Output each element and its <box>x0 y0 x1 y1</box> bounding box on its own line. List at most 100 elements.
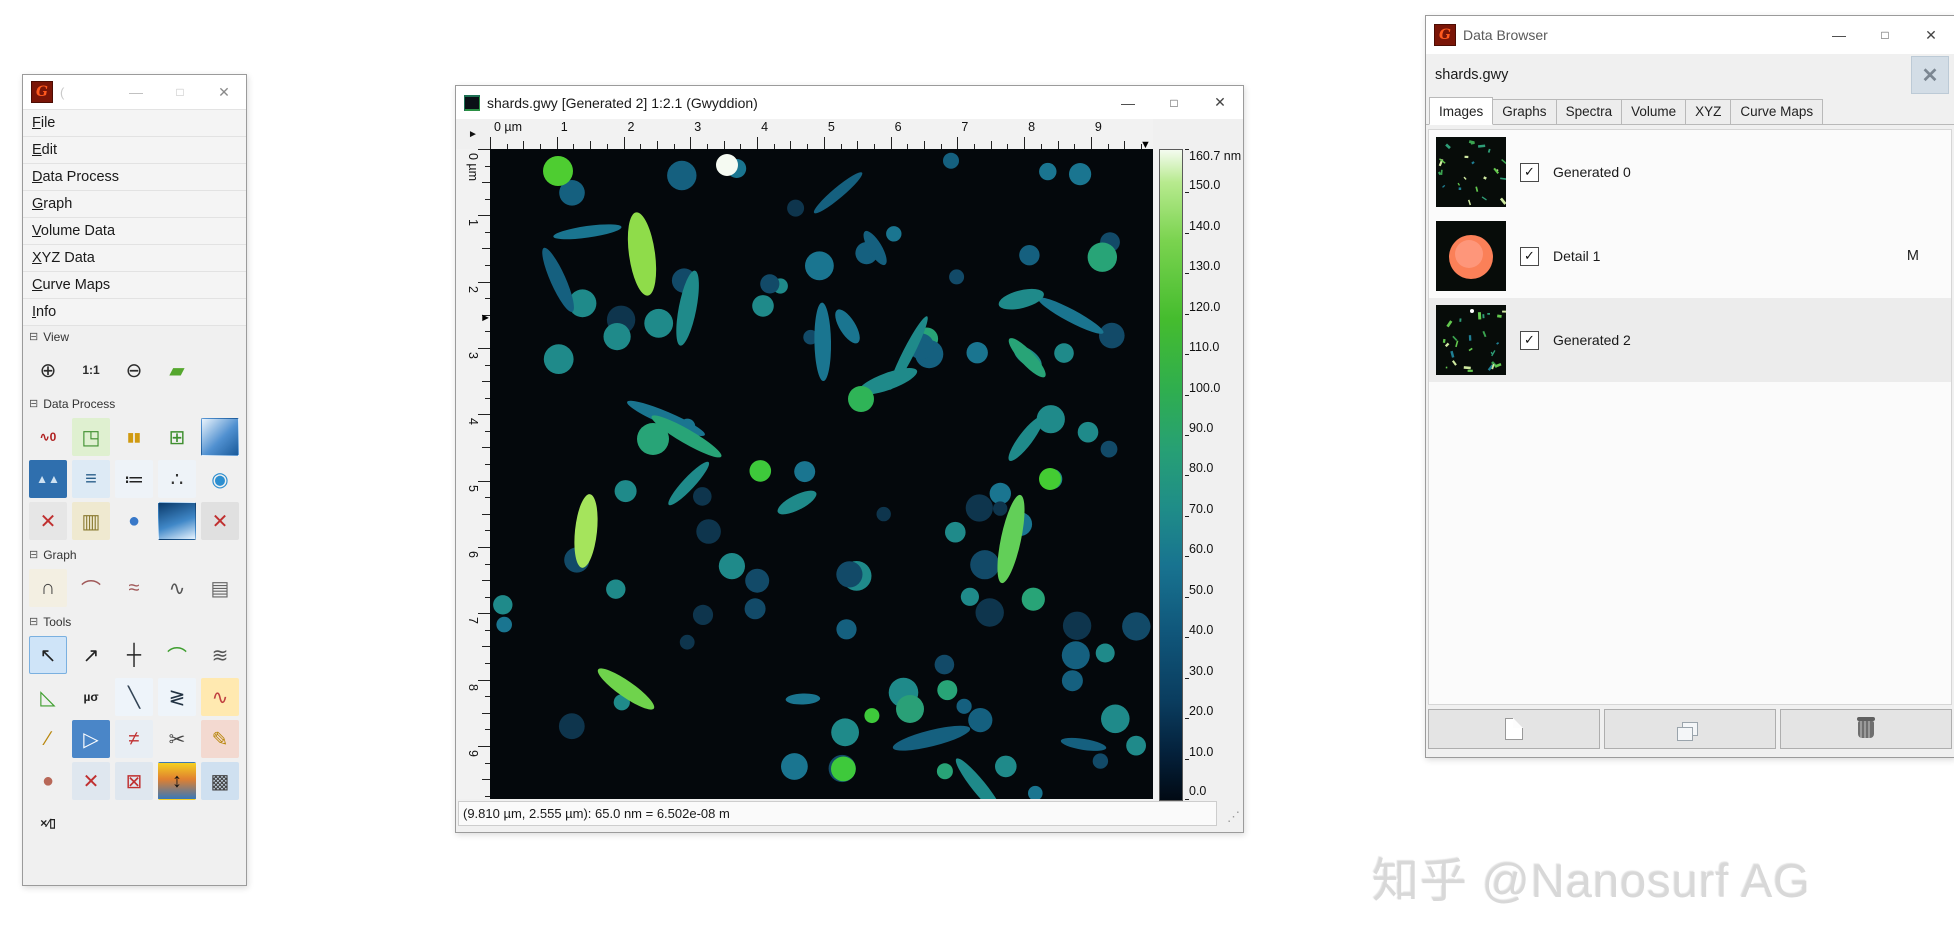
mask-remove-tool-icon[interactable]: ⊠ <box>115 762 153 800</box>
read-value-tool-icon[interactable]: ↖ <box>29 636 67 674</box>
graph-cut-icon[interactable]: ∿ <box>158 569 196 607</box>
path-level-tool-icon[interactable]: ×∕▯ <box>29 804 67 842</box>
color-range-tool-icon[interactable]: ↕ <box>158 762 196 800</box>
colorbar-value-label: 90.0 <box>1189 421 1213 435</box>
tab-volume[interactable]: Volume <box>1621 99 1686 124</box>
tab-curve-maps[interactable]: Curve Maps <box>1730 99 1823 124</box>
grain-remove-tool-icon[interactable]: ✕ <box>72 762 110 800</box>
checkbox-visible[interactable]: ✓ <box>1520 331 1539 350</box>
maximize-button[interactable]: □ <box>158 75 202 109</box>
mask-editor-tool-icon[interactable]: ✎ <box>201 720 239 758</box>
minimize-button[interactable]: — <box>114 75 158 109</box>
delete-channel-button[interactable] <box>1780 709 1952 749</box>
graph-level-icon[interactable]: ∩ <box>29 569 67 607</box>
grain-measure-tool-icon[interactable]: ● <box>29 762 67 800</box>
menu-item-volume-data[interactable]: Volume Data <box>23 218 246 245</box>
channel-thumbnail[interactable] <box>1436 221 1506 291</box>
mask-distribute-icon[interactable]: ✕ <box>201 502 239 540</box>
ruler-label: 9 <box>466 750 480 757</box>
section-header-data-process[interactable]: ⊟Data Process <box>23 393 246 415</box>
zoom-in-icon[interactable]: ⊕ <box>29 351 67 389</box>
display-fit-icon[interactable]: ▰ <box>158 351 196 389</box>
menu-item-info[interactable]: Info <box>23 299 246 326</box>
three-point-level-tool-icon[interactable]: ◺ <box>29 678 67 716</box>
duplicate-channel-button[interactable] <box>1604 709 1776 749</box>
sphere-icon[interactable]: ● <box>115 502 153 540</box>
tab-images[interactable]: Images <box>1429 97 1493 125</box>
maximize-button[interactable]: □ <box>1862 16 1908 54</box>
mask-outliers-icon[interactable]: ✕ <box>29 502 67 540</box>
filters-tool-icon[interactable]: ▷ <box>72 720 110 758</box>
mask-morph-tool-icon[interactable]: ▩ <box>201 762 239 800</box>
close-button[interactable]: ✕ <box>1197 86 1243 119</box>
tab-spectra[interactable]: Spectra <box>1556 99 1623 124</box>
graph-statistics-icon[interactable]: ▤ <box>201 569 239 607</box>
spectro-tool-icon[interactable]: ⌒ <box>158 636 196 674</box>
tab-xyz[interactable]: XYZ <box>1685 99 1731 124</box>
section-header-tools[interactable]: ⊟Tools <box>23 611 246 633</box>
channel-row[interactable]: ✓Detail 1M <box>1429 214 1951 298</box>
color-map-icon[interactable] <box>201 418 239 456</box>
toolbox-titlebar[interactable]: ( — □ ✕ <box>23 75 246 110</box>
minimize-button[interactable]: — <box>1105 86 1151 119</box>
ruler-tick <box>478 282 490 283</box>
fix-zero-icon[interactable]: ∿0 <box>29 418 67 456</box>
graph-export-icon[interactable]: ≈ <box>115 569 153 607</box>
crop-tool-icon[interactable]: ✂ <box>158 720 196 758</box>
crop-icon[interactable]: ◳ <box>72 418 110 456</box>
arithmetic-icon[interactable]: ⊞ <box>158 418 196 456</box>
menu-item-edit[interactable]: Edit <box>23 137 246 164</box>
line-correct-tool-icon[interactable]: ≠ <box>115 720 153 758</box>
spot-remove-tool-icon[interactable]: ∕ <box>29 720 67 758</box>
section-header-graph[interactable]: ⊟Graph <box>23 544 246 566</box>
menu-item-data-process[interactable]: Data Process <box>23 164 246 191</box>
checkbox-visible[interactable]: ✓ <box>1520 247 1539 266</box>
distance-tool-icon[interactable]: ↗ <box>72 636 110 674</box>
remove-spots-icon[interactable]: ∴ <box>158 460 196 498</box>
ruler-corner-arrow-icon[interactable]: ► <box>456 119 490 149</box>
scale-icon[interactable]: ▮▮ <box>115 418 153 456</box>
facet-level-icon[interactable]: ▲▲ <box>29 460 67 498</box>
mark-with-icon[interactable]: ◉ <box>201 460 239 498</box>
new-channel-button[interactable] <box>1428 709 1600 749</box>
resize-grip-icon[interactable]: ⋰ <box>1227 809 1240 825</box>
channel-row[interactable]: ✓Generated 0 <box>1429 130 1951 214</box>
collapse-icon: ⊟ <box>29 399 38 410</box>
menu-item-xyz-data[interactable]: XYZ Data <box>23 245 246 272</box>
menu-item-file[interactable]: File <box>23 110 246 137</box>
section-header-view[interactable]: ⊟View <box>23 326 246 348</box>
menu-item-graph[interactable]: Graph <box>23 191 246 218</box>
channel-thumbnail[interactable] <box>1436 305 1506 375</box>
minimize-button[interactable]: — <box>1816 16 1862 54</box>
statistics-tool-icon[interactable]: µσ <box>72 678 110 716</box>
ruler-tick <box>478 215 490 216</box>
tab-graphs[interactable]: Graphs <box>1492 99 1556 124</box>
menu-item-curve-maps[interactable]: Curve Maps <box>23 272 246 299</box>
profile-tool-icon[interactable]: ┼ <box>115 636 153 674</box>
false-color-scale-bar[interactable] <box>1159 149 1183 801</box>
close-button[interactable]: ✕ <box>1908 16 1954 54</box>
ruler-tick <box>991 141 992 149</box>
channel-thumbnail[interactable] <box>1436 137 1506 207</box>
grain-statistics-icon[interactable]: ▥ <box>72 502 110 540</box>
ruler-label: 8 <box>466 684 480 691</box>
close-file-button[interactable]: ✕ <box>1911 56 1949 94</box>
image-window-titlebar[interactable]: shards.gwy [Generated 2] 1:2.1 (Gwyddion… <box>456 86 1243 119</box>
close-button[interactable]: ✕ <box>202 75 246 109</box>
radial-profile-tool-icon[interactable]: ≋ <box>201 636 239 674</box>
data-browser-titlebar[interactable]: Data Browser — □ ✕ <box>1426 16 1954 54</box>
channel-row[interactable]: ✓Generated 2 <box>1429 298 1951 382</box>
colorbar-value-label: 110.0 <box>1189 340 1219 354</box>
checkbox-visible[interactable]: ✓ <box>1520 163 1539 182</box>
graph-fit-icon[interactable]: ⌒ <box>72 569 110 607</box>
zoom-1-1-icon[interactable]: 1:1 <box>72 351 110 389</box>
afm-image-view[interactable] <box>490 149 1153 799</box>
roughness-tool-icon[interactable]: ∿ <box>201 678 239 716</box>
zoom-out-icon[interactable]: ⊖ <box>115 351 153 389</box>
maximize-button[interactable]: □ <box>1151 86 1197 119</box>
align-rows-icon[interactable]: ≔ <box>115 460 153 498</box>
line-level-icon[interactable]: ≡ <box>72 460 110 498</box>
curve-tool-icon[interactable]: ≷ <box>158 678 196 716</box>
statistical-functions-tool-icon[interactable]: ╲ <box>115 678 153 716</box>
presentation-icon[interactable] <box>158 502 196 540</box>
